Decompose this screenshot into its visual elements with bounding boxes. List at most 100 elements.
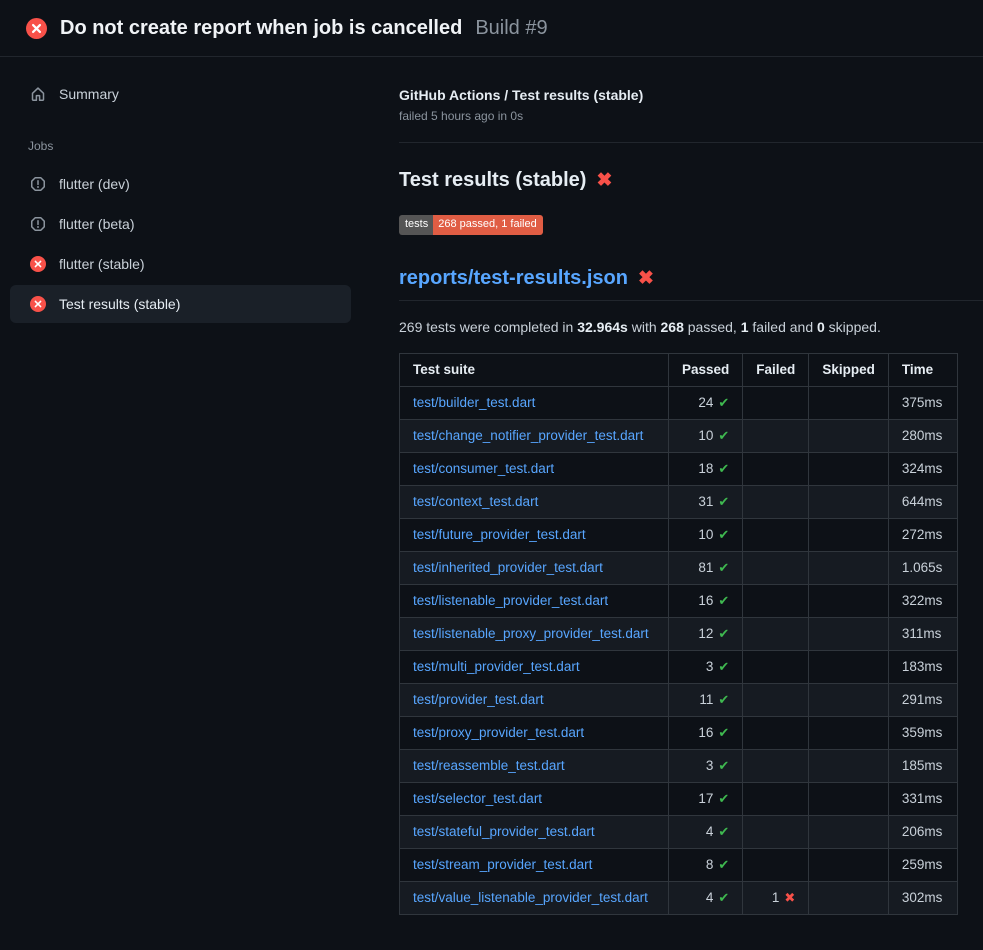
failed-cell: 1✖ <box>743 882 809 915</box>
table-row: test/multi_provider_test.dart3✔183ms <box>400 651 958 684</box>
run-status-line: failed 5 hours ago in 0s <box>399 109 983 123</box>
stop-icon <box>30 176 46 192</box>
pass-check-icon: ✔ <box>718 758 729 773</box>
test-suite-link[interactable]: test/selector_test.dart <box>413 791 542 806</box>
suite-cell: test/change_notifier_provider_test.dart <box>400 420 669 453</box>
section-heading-text: Test results (stable) <box>399 169 586 192</box>
test-results-table: Test suite Passed Failed Skipped Time te… <box>399 353 958 915</box>
sidebar-item-flutter-beta[interactable]: flutter (beta) <box>10 205 351 243</box>
sidebar-item-summary[interactable]: Summary <box>10 75 351 113</box>
check-run-header: Do not create report when job is cancell… <box>0 0 983 57</box>
suite-cell: test/future_provider_test.dart <box>400 519 669 552</box>
test-suite-link[interactable]: test/context_test.dart <box>413 494 538 509</box>
test-suite-link[interactable]: test/consumer_test.dart <box>413 461 554 476</box>
suite-cell: test/listenable_proxy_provider_test.dart <box>400 618 669 651</box>
table-row: test/stateful_provider_test.dart 4✔ 206ms <box>400 816 958 849</box>
section-divider <box>399 142 983 143</box>
table-row: test/selector_test.dart17✔331ms <box>400 783 958 816</box>
passed-cell: 3✔ <box>669 750 743 783</box>
passed-cell: 16✔ <box>669 717 743 750</box>
skipped-cell <box>809 816 889 849</box>
failed-cell <box>743 486 809 519</box>
test-suite-link[interactable]: test/reassemble_test.dart <box>413 758 565 773</box>
failed-cell <box>743 783 809 816</box>
stop-icon <box>30 216 46 232</box>
failed-cell <box>743 453 809 486</box>
failed-cell <box>743 816 809 849</box>
failed-cell <box>743 420 809 453</box>
test-suite-link[interactable]: test/proxy_provider_test.dart <box>413 725 584 740</box>
build-number: Build #9 <box>475 17 547 40</box>
table-row: test/proxy_provider_test.dart16✔359ms <box>400 717 958 750</box>
failed-x-circle-icon <box>30 256 46 272</box>
skipped-cell <box>809 717 889 750</box>
test-suite-link[interactable]: test/listenable_provider_test.dart <box>413 593 608 608</box>
failed-cell <box>743 849 809 882</box>
test-suite-link[interactable]: test/value_listenable_provider_test.dart <box>413 890 648 905</box>
pass-check-icon: ✔ <box>718 560 729 575</box>
passed-cell: 12✔ <box>669 618 743 651</box>
suite-cell: test/listenable_provider_test.dart <box>400 585 669 618</box>
test-suite-link[interactable]: test/future_provider_test.dart <box>413 527 586 542</box>
test-suite-link[interactable]: test/stateful_provider_test.dart <box>413 824 595 839</box>
page-title: Do not create report when job is cancell… <box>60 17 462 40</box>
failed-cell <box>743 387 809 420</box>
skipped-cell <box>809 420 889 453</box>
jobs-section-label: Jobs <box>28 139 399 153</box>
pass-check-icon: ✔ <box>718 593 729 608</box>
skipped-cell <box>809 519 889 552</box>
results-table-body: test/builder_test.dart 24✔ 375ms test/chang… <box>400 387 958 915</box>
passed-cell: 3✔ <box>669 651 743 684</box>
passed-cell: 4✔ <box>669 882 743 915</box>
suite-cell: test/builder_test.dart <box>400 387 669 420</box>
time-cell: 291ms <box>888 684 957 717</box>
report-file-link[interactable]: reports/test-results.json <box>399 267 628 290</box>
time-cell: 206ms <box>888 816 957 849</box>
home-icon <box>30 86 46 102</box>
table-row: test/listenable_proxy_provider_test.dart… <box>400 618 958 651</box>
failed-x-circle-icon <box>26 18 47 39</box>
test-suite-link[interactable]: test/change_notifier_provider_test.dart <box>413 428 643 443</box>
col-header-time: Time <box>888 354 957 387</box>
suite-cell: test/stateful_provider_test.dart <box>400 816 669 849</box>
table-row: test/context_test.dart31✔644ms <box>400 486 958 519</box>
job-label: Test results (stable) <box>59 296 180 312</box>
failed-cell <box>743 684 809 717</box>
sidebar-summary-label: Summary <box>59 86 119 102</box>
skipped-cell <box>809 750 889 783</box>
table-row: test/value_listenable_provider_test.dart… <box>400 882 958 915</box>
col-header-passed: Passed <box>669 354 743 387</box>
failed-cell <box>743 750 809 783</box>
col-header-failed: Failed <box>743 354 809 387</box>
pass-check-icon: ✔ <box>718 725 729 740</box>
passed-cell: 24✔ <box>669 387 743 420</box>
pass-check-icon: ✔ <box>718 527 729 542</box>
time-cell: 259ms <box>888 849 957 882</box>
time-cell: 375ms <box>888 387 957 420</box>
summary-sentence: 269 tests were completed in 32.964s with… <box>399 319 983 335</box>
test-suite-link[interactable]: test/inherited_provider_test.dart <box>413 560 603 575</box>
suite-cell: test/inherited_provider_test.dart <box>400 552 669 585</box>
sidebar-item-flutter-stable[interactable]: flutter (stable) <box>10 245 351 283</box>
test-suite-link[interactable]: test/multi_provider_test.dart <box>413 659 580 674</box>
sidebar-item-flutter-dev[interactable]: flutter (dev) <box>10 165 351 203</box>
table-row: test/listenable_provider_test.dart16✔322… <box>400 585 958 618</box>
table-row: test/provider_test.dart11✔291ms <box>400 684 958 717</box>
passed-cell: 8✔ <box>669 849 743 882</box>
suite-cell: test/provider_test.dart <box>400 684 669 717</box>
test-suite-link[interactable]: test/listenable_proxy_provider_test.dart <box>413 626 649 641</box>
job-label: flutter (beta) <box>59 216 134 232</box>
skipped-cell <box>809 651 889 684</box>
pass-check-icon: ✔ <box>718 494 729 509</box>
time-cell: 324ms <box>888 453 957 486</box>
passed-cell: 4✔ <box>669 816 743 849</box>
test-suite-link[interactable]: test/builder_test.dart <box>413 395 535 410</box>
skipped-cell <box>809 783 889 816</box>
check-run-output: GitHub Actions / Test results (stable) f… <box>399 57 983 915</box>
sidebar-item-test-results-stable[interactable]: Test results (stable) <box>10 285 351 323</box>
failed-cell <box>743 585 809 618</box>
skipped-cell <box>809 552 889 585</box>
test-suite-link[interactable]: test/stream_provider_test.dart <box>413 857 592 872</box>
test-suite-link[interactable]: test/provider_test.dart <box>413 692 544 707</box>
suite-cell: test/selector_test.dart <box>400 783 669 816</box>
